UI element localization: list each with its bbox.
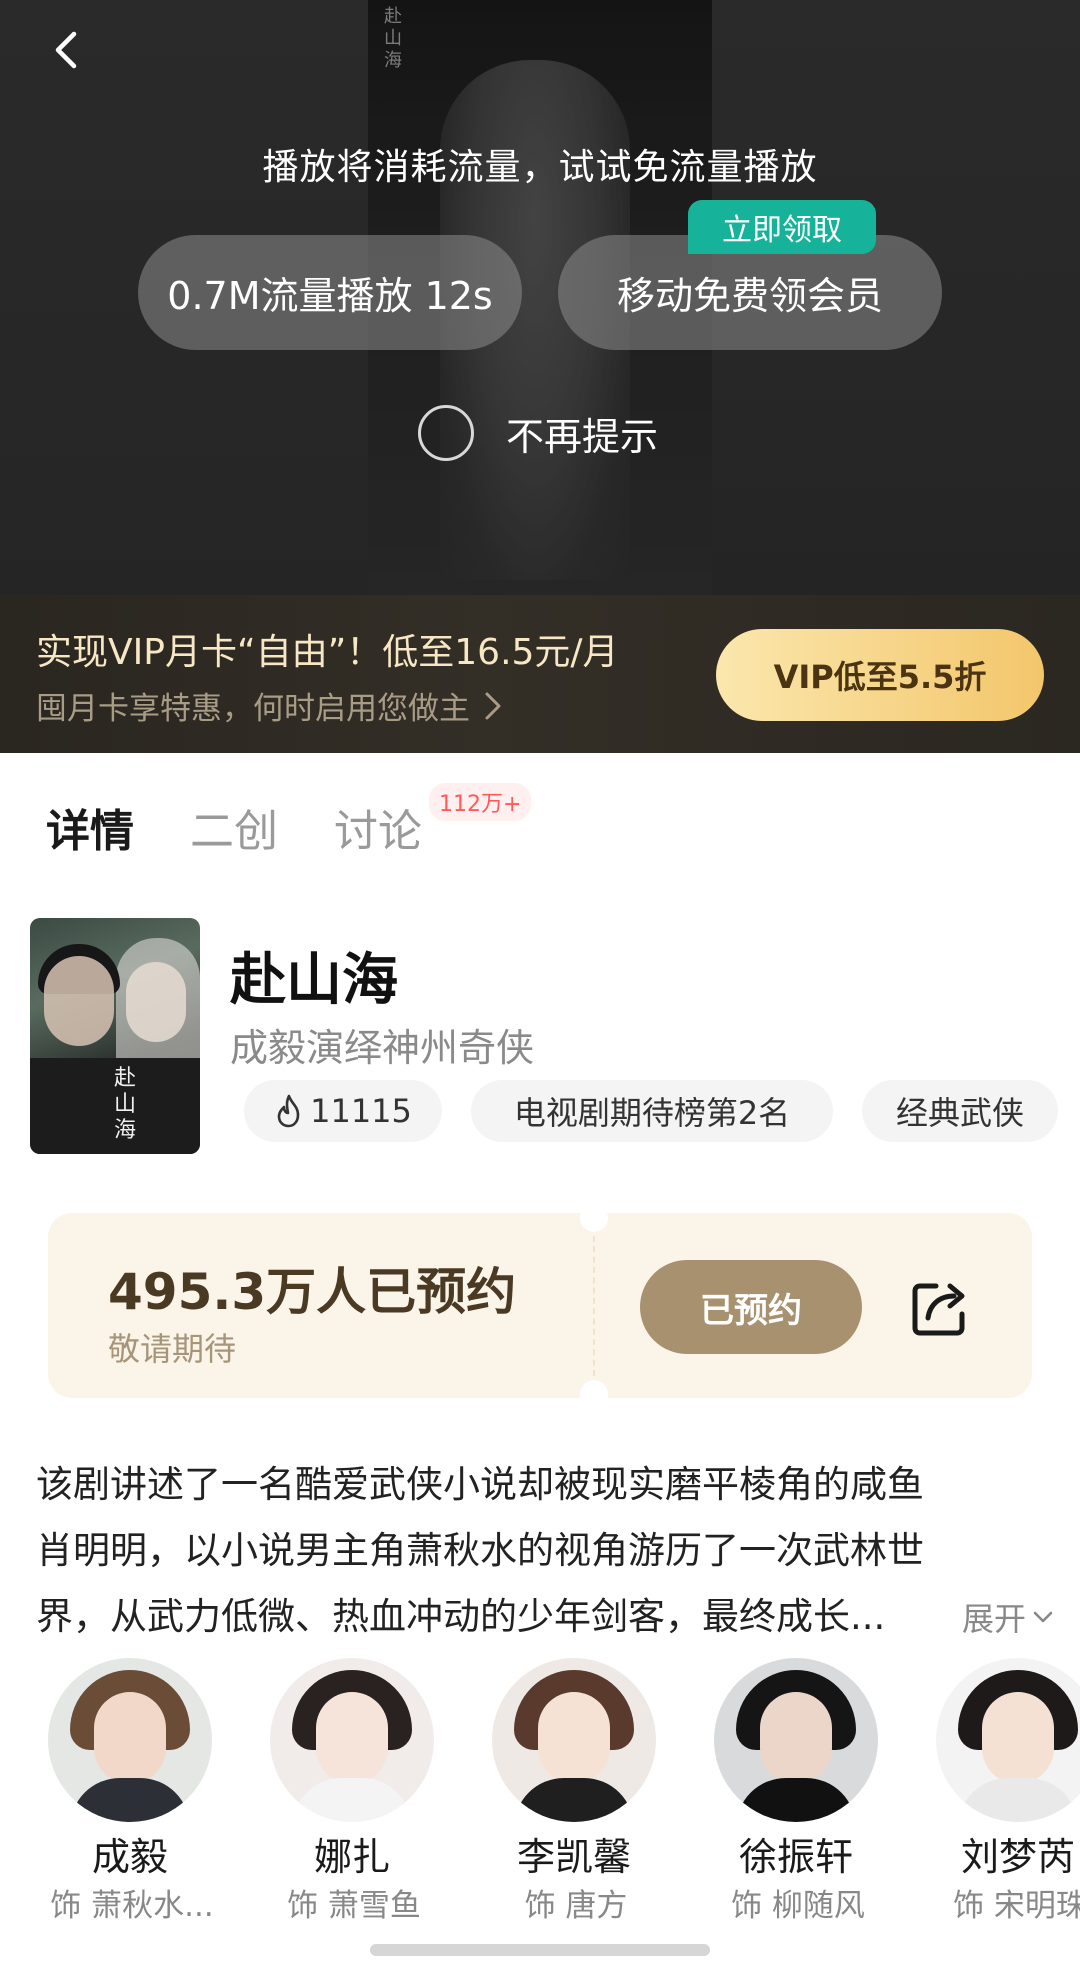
ticket-divider (593, 1236, 595, 1376)
cast-role: 饰 柳随风 (731, 1888, 865, 1924)
reservation-subtext: 敬请期待 (108, 1330, 237, 1368)
vip-discount-button[interactable]: VIP低至5.5折 (716, 629, 1044, 721)
reserved-button[interactable]: 已预约 (640, 1260, 862, 1354)
no-remind-label: 不再提示 (506, 414, 659, 459)
cast-name: 娜扎 (313, 1835, 390, 1879)
flame-icon (277, 1094, 300, 1128)
avatar (936, 1658, 1080, 1822)
discussion-count-badge: 112万+ (429, 783, 532, 821)
cast-role: 饰 萧秋水... (50, 1888, 214, 1924)
poster-figure-face (126, 962, 186, 1042)
show-title: 赴山海 (230, 948, 398, 1013)
ticket-notch (580, 1204, 608, 1232)
claim-now-badge[interactable]: 立即领取 (688, 200, 876, 254)
rank-chip[interactable]: 电视剧期待榜第2名 (471, 1080, 833, 1142)
poster-figure-face (44, 956, 114, 1046)
tab-details[interactable]: 详情 (46, 795, 134, 859)
vip-promo-banner[interactable]: 实现VIP月卡“自由”！低至16.5元/月 囤月卡享特惠，何时启用您做主 VIP… (0, 595, 1080, 753)
share-button[interactable] (906, 1272, 976, 1342)
tab-discussion[interactable]: 讨论 (334, 795, 422, 859)
avatar (714, 1658, 878, 1822)
avatar (492, 1658, 656, 1822)
home-indicator[interactable] (370, 1944, 710, 1956)
show-poster[interactable]: 赴山海 (30, 918, 200, 1154)
avatar (48, 1658, 212, 1822)
ticket-notch (580, 1380, 608, 1408)
back-button[interactable] (40, 22, 96, 78)
synopsis-line: 肖明明，以小说男主角萧秋水的视角游历了一次武林世 (36, 1529, 924, 1572)
show-tagline: 成毅演绎神州奇侠 (230, 1026, 535, 1070)
share-icon (912, 1283, 965, 1336)
tab-fan-creations[interactable]: 二创 (190, 795, 278, 859)
synopsis: 该剧讲述了一名酷爱武侠小说却被现实磨平棱角的咸鱼 肖明明，以小说男主角萧秋水的视… (36, 1452, 1046, 1650)
reservation-count: 495.3万人已预约 (108, 1263, 517, 1321)
genre-chip[interactable]: 经典武侠 (862, 1080, 1058, 1142)
cast-name: 李凯馨 (516, 1835, 631, 1879)
chevron-left-icon (55, 31, 77, 69)
cast-role: 饰 宋明珠 (953, 1888, 1080, 1924)
chevron-down-icon (1033, 1611, 1053, 1623)
detail-tabs: 详情 二创 讨论 (46, 795, 478, 859)
heat-chip[interactable]: 11115 (244, 1080, 442, 1142)
no-remind-option[interactable]: 不再提示 (418, 405, 658, 461)
synopsis-line: 该剧讲述了一名酷爱武侠小说却被现实磨平棱角的咸鱼 (36, 1463, 924, 1506)
heat-value: 11115 (310, 1092, 412, 1130)
data-usage-hint: 播放将消耗流量，试试免流量播放 (262, 147, 818, 188)
cast-role: 饰 唐方 (524, 1888, 628, 1924)
cast-name: 刘梦芮 (960, 1835, 1075, 1879)
avatar (270, 1658, 434, 1822)
synopsis-line: 界，从武力低微、热血冲动的少年剑客，最终成长... (36, 1595, 886, 1638)
vip-promo-subtitle-text: 囤月卡享特惠，何时启用您做主 (36, 691, 470, 727)
data-play-button[interactable]: 0.7M流量播放 12s (138, 235, 522, 350)
chevron-right-icon (485, 692, 501, 719)
expand-label: 展开 (962, 1600, 1027, 1638)
poster-calligraphy: 赴山海 (114, 1066, 137, 1143)
cast-name: 徐振轩 (738, 1835, 853, 1879)
no-remind-radio[interactable] (418, 405, 474, 461)
expand-synopsis-button[interactable]: 展开 (962, 1594, 1054, 1640)
vip-promo-title: 实现VIP月卡“自由”！低至16.5元/月 (36, 632, 619, 673)
vip-promo-subtitle[interactable]: 囤月卡享特惠，何时启用您做主 (36, 683, 502, 728)
video-player[interactable]: 赴山海 播放将消耗流量，试试免流量播放 0.7M流量播放 12s 移动免费领会员… (0, 0, 1080, 595)
cast-role: 饰 萧雪鱼 (287, 1888, 421, 1924)
cast-name: 成毅 (91, 1835, 168, 1879)
